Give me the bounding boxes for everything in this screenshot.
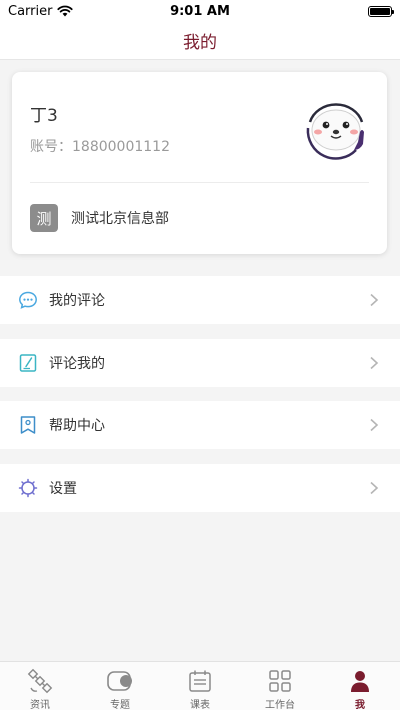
tab-label-me: 我 — [355, 700, 365, 710]
help-bookmark-icon — [18, 415, 38, 435]
org-badge: 测 — [30, 204, 58, 232]
chevron-right-icon — [362, 356, 386, 370]
menu-item-comments-on-me[interactable]: 评论我的 — [0, 339, 400, 387]
account-row: 账号：18800001112 — [30, 136, 170, 156]
grid-icon — [267, 668, 293, 694]
edit-note-icon — [18, 353, 38, 373]
nav-bar: 我的 — [0, 22, 400, 60]
tab-label-schedule: 课表 — [190, 700, 210, 710]
avatar-seal-image — [300, 92, 372, 164]
tab-label-news: 资讯 — [30, 700, 50, 710]
tab-label-topics: 专题 — [110, 700, 130, 710]
battery-icon — [368, 5, 394, 17]
account-label: 账号： — [30, 139, 72, 155]
tab-schedule[interactable]: 课表 — [160, 662, 240, 710]
comment-icon — [18, 290, 38, 310]
menu-label-help-center: 帮助中心 — [49, 418, 105, 434]
menu-item-my-comments[interactable]: 我的评论 — [0, 276, 400, 324]
org-row: 测 测试北京信息部 — [30, 204, 169, 232]
org-name: 测试北京信息部 — [71, 211, 169, 227]
tab-news[interactable]: 资讯 — [0, 662, 80, 710]
tab-bar: 资讯 专题 课表 工作台 我 — [0, 661, 400, 710]
settings-gear-icon — [18, 478, 38, 498]
topic-toggle-icon — [106, 668, 134, 694]
chevron-right-icon — [362, 481, 386, 495]
profile-card[interactable]: 丁3 账号：18800001112 测 测试北京信息部 — [12, 72, 387, 254]
tab-label-workbench: 工作台 — [265, 700, 295, 710]
status-bar: Carrier 9:01 AM — [0, 0, 400, 22]
carrier-group: Carrier — [8, 3, 74, 19]
menu-item-settings[interactable]: 设置 — [0, 464, 400, 512]
menu-label-settings: 设置 — [49, 481, 77, 497]
person-icon — [347, 668, 373, 694]
menu-item-help-center[interactable]: 帮助中心 — [0, 401, 400, 449]
battery-fill — [370, 7, 390, 15]
menu-label-my-comments: 我的评论 — [49, 293, 105, 309]
avatar[interactable] — [300, 92, 372, 164]
tab-workbench[interactable]: 工作台 — [240, 662, 320, 710]
page-title: 我的 — [183, 33, 217, 53]
menu-label-comments-on-me: 评论我的 — [49, 356, 105, 372]
card-divider — [30, 182, 369, 183]
user-name: 丁3 — [30, 106, 58, 126]
carrier-label: Carrier — [8, 3, 53, 19]
wifi-icon — [57, 5, 74, 17]
tab-topics[interactable]: 专题 — [80, 662, 160, 710]
tab-me[interactable]: 我 — [320, 662, 400, 710]
account-number: 18800001112 — [72, 139, 170, 155]
satellite-icon — [27, 668, 53, 694]
chevron-right-icon — [362, 293, 386, 307]
schedule-icon — [187, 668, 213, 694]
chevron-right-icon — [362, 418, 386, 432]
